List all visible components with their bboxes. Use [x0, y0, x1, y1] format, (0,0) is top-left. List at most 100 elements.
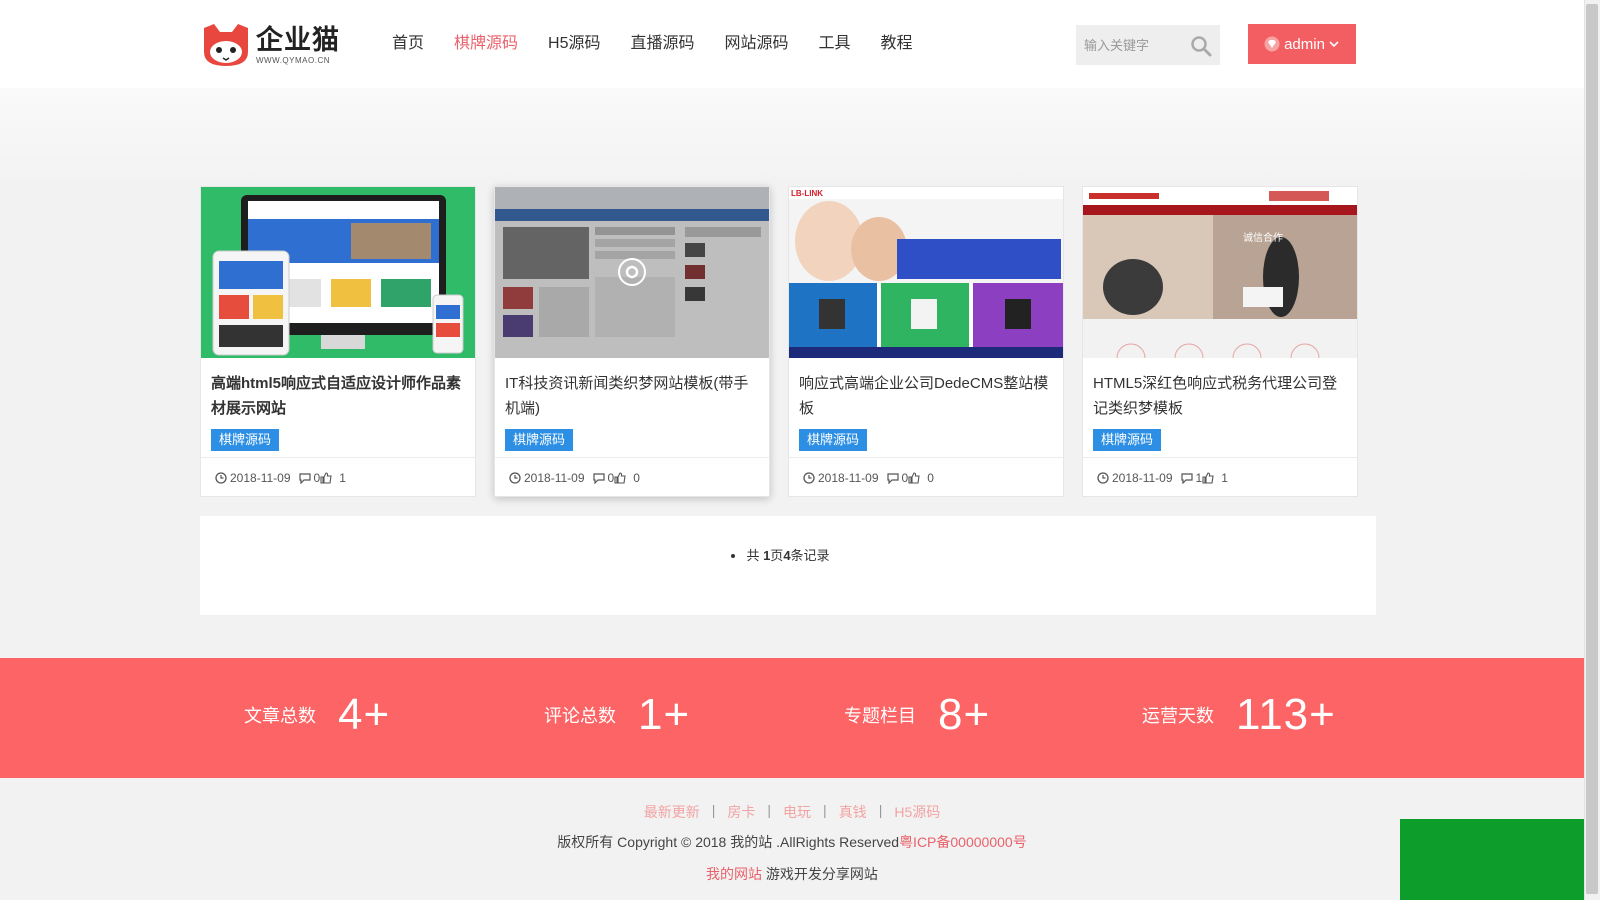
user-name: admin	[1284, 35, 1325, 53]
card-comments: 0 1	[298, 470, 346, 485]
thumbs-up-icon[interactable]	[320, 471, 332, 484]
nav-item-chess-source[interactable]: 棋牌源码	[454, 33, 518, 55]
footer-link-h5[interactable]: H5源码	[894, 802, 940, 822]
card-comments: 1 1	[1180, 470, 1228, 485]
card-title[interactable]: HTML5深红色响应式税务代理公司登记类织梦模板	[1083, 363, 1357, 423]
card-comments: 0 0	[592, 470, 640, 485]
card-title[interactable]: 高端html5响应式自适应设计师作品素材展示网站	[201, 363, 475, 423]
date-text: 2018-11-09	[818, 470, 879, 485]
stat-label: 评论总数	[544, 706, 616, 726]
card-date: 2018-11-09	[1097, 471, 1173, 485]
svg-text:LB-LINK: LB-LINK	[791, 189, 823, 198]
thumbs-up-icon[interactable]	[614, 471, 626, 484]
category-tag[interactable]: 棋牌源码	[799, 429, 868, 451]
logo-subtitle: WWW.QYMAO.CN	[256, 55, 330, 65]
pager-mid: 页	[770, 548, 784, 563]
like-count: 1	[1221, 470, 1228, 485]
card-thumbnail[interactable]	[495, 187, 769, 358]
site-home-link[interactable]: 我的网站	[706, 866, 762, 882]
like-count: 1	[339, 470, 346, 485]
copyright-text: 版权所有 Copyright © 2018 我的站 .AllRights Res…	[557, 834, 900, 850]
category-tag[interactable]: 棋牌源码	[1093, 429, 1162, 451]
comment-icon	[592, 472, 605, 484]
card-meta: 2018-11-09 0 0	[789, 457, 1063, 497]
stat-articles: 文章总数 4+	[244, 690, 390, 740]
cat-logo-icon	[204, 24, 248, 66]
search-input[interactable]	[1076, 25, 1186, 65]
site-stats: 文章总数 4+ 评论总数 1+ 专题栏目 8+ 运营天数 113+	[0, 658, 1584, 778]
search-box	[1076, 25, 1220, 65]
logo[interactable]: 企业猫 WWW.QYMAO.CN	[200, 22, 340, 68]
search-icon[interactable]	[1190, 35, 1212, 57]
divider: |	[878, 802, 883, 818]
article-card[interactable]: 高端html5响应式自适应设计师作品素材展示网站 棋牌源码 2018-11-09…	[200, 186, 476, 497]
comment-count: 0	[607, 470, 615, 485]
svg-text:诚信合作: 诚信合作	[1243, 231, 1283, 244]
record-count: 4	[783, 548, 791, 563]
comment-count: 1	[1195, 470, 1203, 485]
comment-count: 0	[313, 470, 321, 485]
card-title[interactable]: IT科技资讯新闻类织梦网站模板(带手机端)	[495, 363, 769, 423]
stat-value: 113+	[1236, 690, 1336, 739]
user-menu-button[interactable]: admin	[1248, 24, 1356, 64]
card-title[interactable]: 响应式高端企业公司DedeCMS整站模板	[789, 363, 1063, 423]
date-text: 2018-11-09	[1112, 470, 1173, 485]
date-text: 2018-11-09	[524, 470, 585, 485]
comment-icon	[1180, 472, 1193, 484]
nav-item-website-source[interactable]: 网站源码	[725, 33, 789, 55]
stat-topics: 专题栏目 8+	[844, 690, 990, 740]
thumbs-up-icon[interactable]	[1202, 471, 1214, 484]
category-tag[interactable]: 棋牌源码	[211, 429, 280, 451]
stat-label: 文章总数	[244, 706, 316, 726]
nav-item-home[interactable]: 首页	[392, 33, 424, 55]
main-nav: 首页 棋牌源码 H5源码 直播源码 网站源码 工具 教程	[392, 33, 943, 55]
pager-suffix: 条记录	[790, 548, 830, 563]
article-card[interactable]: LB-LINK 响应式高端企业公司DedeCMS整站模板 棋牌源码 2018-1…	[788, 186, 1064, 497]
footer-link-real-money[interactable]: 真钱	[839, 802, 867, 822]
clock-icon	[1097, 471, 1109, 484]
card-meta: 2018-11-09 0 1	[201, 457, 475, 497]
card-meta: 2018-11-09 1 1	[1083, 457, 1357, 497]
footer-link-arcade[interactable]: 电玩	[783, 802, 811, 822]
floating-widget[interactable]	[1400, 819, 1600, 900]
nav-item-tools[interactable]: 工具	[819, 33, 851, 55]
thumbs-up-icon[interactable]	[908, 471, 920, 484]
clock-icon	[803, 471, 815, 484]
site-header: 企业猫 WWW.QYMAO.CN 首页 棋牌源码 H5源码 直播源码 网站源码 …	[0, 0, 1584, 88]
pagination: 共 1页4条记录	[200, 516, 1376, 615]
category-tag[interactable]: 棋牌源码	[505, 429, 574, 451]
card-thumbnail[interactable]: LB-LINK	[789, 187, 1063, 358]
card-meta: 2018-11-09 0 0	[495, 457, 769, 497]
date-text: 2018-11-09	[230, 470, 291, 485]
stat-label: 运营天数	[1142, 706, 1214, 726]
article-card[interactable]: 诚信合作 HTML5深红色响应式税务代理公司登记类织梦模板 棋牌源码 2018-…	[1082, 186, 1358, 497]
card-date: 2018-11-09	[803, 471, 879, 485]
footer-link-room-card[interactable]: 房卡	[727, 802, 755, 822]
stat-value: 8+	[938, 690, 991, 739]
article-card[interactable]: IT科技资讯新闻类织梦网站模板(带手机端) 棋牌源码 2018-11-09 0 …	[494, 186, 770, 497]
footer-link-latest[interactable]: 最新更新	[644, 802, 700, 822]
card-date: 2018-11-09	[215, 471, 291, 485]
stat-comments: 评论总数 1+	[544, 690, 690, 740]
scrollbar-thumb[interactable]	[1586, 4, 1598, 894]
like-count: 0	[633, 470, 640, 485]
gem-icon	[1264, 36, 1280, 52]
card-thumbnail[interactable]: 诚信合作	[1083, 187, 1357, 373]
pager-prefix: 共	[746, 548, 764, 563]
stat-value: 4+	[338, 690, 391, 739]
comment-count: 0	[901, 470, 909, 485]
card-comments: 0 0	[886, 470, 934, 485]
icp-link[interactable]: 粤ICP备00000000号	[899, 834, 1027, 850]
site-footer: 最新更新 | 房卡 | 电玩 | 真钱 | H5源码 版权所有 Copyrigh…	[0, 778, 1584, 884]
logo-name: 企业猫	[256, 24, 340, 55]
card-grid: 高端html5响应式自适应设计师作品素材展示网站 棋牌源码 2018-11-09…	[200, 186, 1358, 497]
nav-item-h5-source[interactable]: H5源码	[548, 33, 600, 55]
copyright: 版权所有 Copyright © 2018 我的站 .AllRights Res…	[0, 832, 1584, 852]
divider: |	[823, 802, 827, 818]
nav-item-live-source[interactable]: 直播源码	[631, 33, 695, 55]
divider: |	[767, 802, 772, 818]
nav-item-tutorial[interactable]: 教程	[881, 33, 913, 55]
card-thumbnail[interactable]	[201, 187, 475, 358]
clock-icon	[509, 471, 521, 484]
comment-icon	[886, 472, 899, 484]
